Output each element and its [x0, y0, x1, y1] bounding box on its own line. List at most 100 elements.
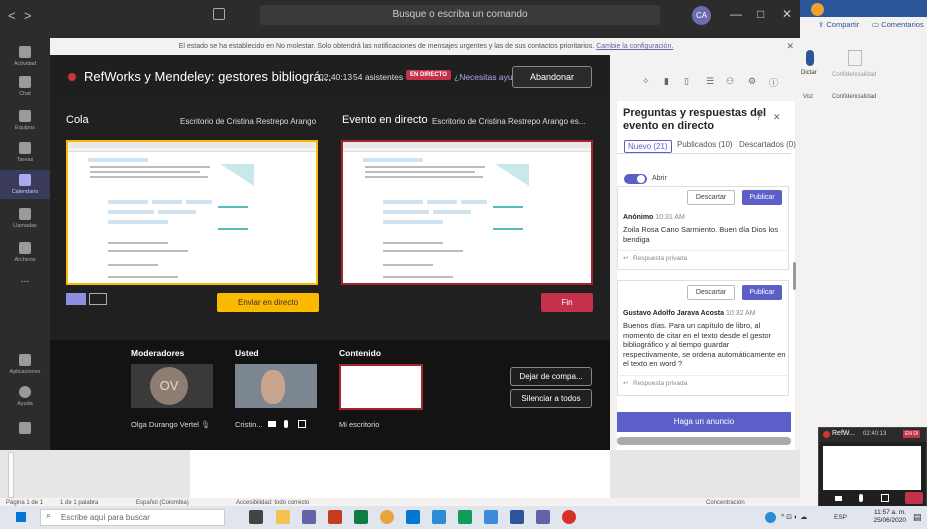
preview-line [218, 206, 248, 208]
send-live-button[interactable]: Enviar en directo [217, 293, 319, 312]
tab-dismissed[interactable]: Descartados (0) [739, 140, 796, 149]
file-explorer-icon[interactable] [276, 510, 290, 524]
edge-icon[interactable] [432, 510, 446, 524]
stop-sharing-button[interactable]: Dejar de compa... [510, 367, 592, 386]
rail-item-tasks[interactable]: Tareas [0, 142, 50, 163]
end-button[interactable]: Fin [541, 293, 593, 312]
tray-icons[interactable]: ^ ⊡ ◐ ☁ [781, 513, 807, 521]
minimize-button[interactable]: — [730, 7, 742, 21]
word-page[interactable] [190, 450, 610, 498]
rail-item-activity[interactable]: Actividad [0, 46, 50, 67]
book-icon[interactable]: ▮ [664, 76, 669, 87]
avatar[interactable]: CA [692, 6, 711, 25]
tab-published[interactable]: Publicados (10) [677, 140, 733, 149]
live-preview[interactable] [341, 140, 593, 285]
info-icon[interactable]: ⓘ [769, 76, 778, 89]
app-icon[interactable] [562, 510, 576, 524]
note-icon[interactable]: ▯ [684, 76, 689, 87]
teams-window: < > Busque o escriba un comando CA — □ ✕… [0, 0, 927, 529]
rail-item-teams[interactable]: Equipos [0, 110, 50, 131]
notification-bar: El estado se ha establecido en No molest… [50, 38, 802, 55]
mic-icon[interactable] [284, 420, 288, 428]
forward-button[interactable]: > [24, 8, 32, 23]
confidentiality-icon[interactable] [848, 50, 862, 66]
powerpoint-icon[interactable] [328, 510, 342, 524]
moderators-title: Moderadores [131, 348, 185, 358]
rail-item-calendar[interactable]: Calendario [0, 170, 50, 199]
people-icon[interactable]: ⚇ [726, 76, 734, 87]
help-icon[interactable]: ? [756, 112, 761, 122]
qa-icon[interactable]: ☰ [706, 76, 714, 87]
camera-icon[interactable] [268, 421, 276, 427]
vertical-scrollbar[interactable] [793, 262, 796, 290]
rail-item-help[interactable]: Ayuda [0, 386, 50, 407]
notifications-icon[interactable]: ▤ [913, 512, 922, 523]
hangup-button[interactable] [905, 492, 923, 504]
tab-new[interactable]: Nuevo (21) [624, 140, 672, 153]
content-tile[interactable] [339, 364, 423, 410]
meeting-title: RefWorks y Mendeley: gestores bibliográ.… [84, 69, 332, 84]
task-view-icon[interactable] [249, 510, 263, 524]
rail-item-files[interactable]: Archivos [0, 242, 50, 263]
rail-item-more[interactable]: ... [0, 274, 50, 285]
question-time: 10:31 AM [655, 214, 685, 221]
notification-link[interactable]: Cambie la configuración. [596, 43, 673, 50]
camera-icon[interactable] [835, 496, 842, 501]
leave-button[interactable]: Abandonar [512, 66, 592, 88]
comments-label: Comentarios [881, 20, 924, 29]
store-icon[interactable] [406, 510, 420, 524]
share-icon[interactable] [881, 494, 889, 502]
close-button[interactable]: ✕ [782, 7, 792, 21]
browser-icon[interactable] [484, 510, 498, 524]
close-icon[interactable]: ✕ [773, 112, 781, 123]
gear-icon[interactable]: ⚙ [748, 76, 756, 87]
teams-icon[interactable] [302, 510, 316, 524]
sparkle-icon[interactable]: ✧ [642, 76, 650, 87]
publish-button[interactable]: Publicar [742, 285, 782, 300]
comments-button[interactable]: ▭ Comentarios [872, 20, 924, 29]
start-icon[interactable] [16, 512, 26, 522]
dictate-icon[interactable] [806, 50, 814, 66]
mini-meeting-window[interactable]: RefW... 02:40:13 EN DI [818, 427, 927, 510]
taskbar-language[interactable]: ESP [834, 514, 847, 521]
rail-item-apps[interactable]: Aplicaciones [0, 354, 50, 375]
photos-icon[interactable] [458, 510, 472, 524]
rail-item-device[interactable] [0, 422, 50, 434]
share-button[interactable]: ⇪ Compartir [818, 20, 859, 29]
app-rail: Actividad Chat Equipos Tareas Calendario… [0, 30, 50, 506]
teams-meeting-icon[interactable] [536, 510, 550, 524]
chrome-icon[interactable] [380, 510, 394, 524]
search-icon: ⌕ [46, 510, 52, 520]
word-icon[interactable] [510, 510, 524, 524]
maximize-button[interactable]: □ [757, 7, 764, 21]
taskbar-clock[interactable]: 11:57 a. m. 25/06/2020 [868, 509, 906, 525]
horizontal-scrollbar[interactable] [617, 437, 791, 445]
private-reply-link[interactable]: Respuesta privada [633, 380, 687, 387]
preview-graphic [220, 164, 254, 186]
queue-preview[interactable] [66, 140, 318, 285]
discard-button[interactable]: Descartar [687, 190, 735, 205]
close-icon[interactable]: ✕ [786, 38, 794, 55]
mic-icon[interactable] [859, 494, 863, 502]
announce-button[interactable]: Haga un anuncio [617, 412, 791, 432]
search-input[interactable]: Busque o escriba un comando [260, 5, 660, 25]
dictate-label: Dictar [801, 70, 817, 76]
mute-all-button[interactable]: Silenciar a todos [510, 389, 592, 408]
rail-item-calls[interactable]: Llamadas [0, 208, 50, 229]
word-avatar[interactable] [811, 3, 824, 16]
discard-button[interactable]: Descartar [687, 285, 735, 300]
publish-button[interactable]: Publicar [742, 190, 782, 205]
reply-icon: ↩ [623, 255, 629, 262]
layout-split-icon[interactable] [89, 293, 107, 305]
rail-item-chat[interactable]: Chat [0, 76, 50, 97]
share-icon[interactable] [298, 420, 306, 428]
private-reply-link[interactable]: Respuesta privada [633, 255, 687, 262]
question-time: 10:32 AM [725, 310, 756, 317]
mini-time: 02:40:13 [863, 431, 887, 437]
tray-app-icon[interactable] [765, 512, 776, 523]
taskbar-search[interactable]: Escribe aquí para buscar [40, 509, 225, 526]
compose-icon[interactable] [213, 8, 225, 20]
layout-single-icon[interactable] [66, 293, 86, 305]
back-button[interactable]: < [8, 8, 16, 23]
excel-icon[interactable] [354, 510, 368, 524]
